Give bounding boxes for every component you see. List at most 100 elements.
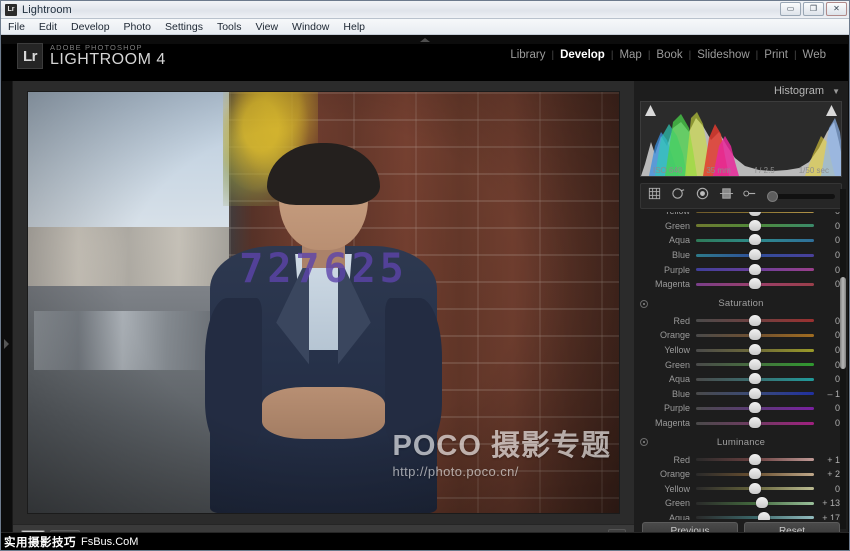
slider-knob[interactable]	[749, 454, 761, 465]
slider-track[interactable]	[696, 283, 814, 286]
chevron-down-icon[interactable]: ▼	[832, 87, 840, 96]
chevron-right-icon[interactable]	[4, 339, 9, 349]
menu-window[interactable]: Window	[292, 21, 329, 33]
slider-knob[interactable]	[756, 497, 768, 508]
slider-track[interactable]	[696, 363, 814, 366]
luminance-row-orange[interactable]: Orange + 2	[634, 467, 848, 482]
slider-track[interactable]	[696, 407, 814, 410]
slider-knob[interactable]	[749, 212, 761, 216]
histogram[interactable]: ISO 640 35 mm f / 2.5 1/50 sec	[640, 101, 842, 177]
slider-knob[interactable]	[749, 329, 761, 340]
saturation-row-yellow[interactable]: Yellow 0	[634, 343, 848, 358]
slider-knob[interactable]	[749, 402, 761, 413]
slider-knob[interactable]	[749, 315, 761, 326]
module-slideshow[interactable]: Slideshow	[691, 49, 755, 61]
saturation-row-orange[interactable]: Orange 0	[634, 328, 848, 343]
target-adjust-icon[interactable]	[640, 300, 648, 308]
slider-knob[interactable]	[749, 220, 761, 231]
minimize-button[interactable]: ▭	[780, 2, 801, 16]
module-book[interactable]: Book	[650, 49, 688, 61]
slider-track[interactable]	[696, 334, 814, 337]
slider-track[interactable]	[696, 422, 814, 425]
close-button[interactable]: ✕	[826, 2, 847, 16]
slider-track[interactable]	[696, 392, 814, 395]
slider-track[interactable]	[696, 224, 814, 227]
slider-knob[interactable]	[749, 359, 761, 370]
crop-overlay-icon[interactable]	[647, 186, 662, 206]
photo-image[interactable]: 727625 POCO 摄影专题 http://photo.poco.cn/	[28, 92, 619, 513]
saturation-row-red[interactable]: Red 0	[634, 314, 848, 329]
slider-knob[interactable]	[749, 234, 761, 245]
brush-size-knob[interactable]	[767, 191, 778, 202]
saturation-row-purple[interactable]: Purple 0	[634, 401, 848, 416]
slider-track[interactable]	[696, 268, 814, 271]
slider-track[interactable]	[696, 254, 814, 257]
saturation-row-blue[interactable]: Blue – 1	[634, 387, 848, 402]
slider-track[interactable]	[696, 349, 814, 352]
hue-row-blue[interactable]: Blue 0	[634, 248, 848, 263]
saturation-section-header[interactable]: Saturation	[634, 296, 848, 312]
left-panel-collapsed[interactable]	[2, 81, 13, 550]
hue-row-magenta[interactable]: Magenta 0	[634, 277, 848, 292]
saturation-row-magenta[interactable]: Magenta 0	[634, 416, 848, 431]
slider-track[interactable]	[696, 239, 814, 242]
scrollbar-thumb[interactable]	[840, 277, 846, 369]
slider-track[interactable]	[696, 458, 814, 461]
slider-track[interactable]	[696, 487, 814, 490]
luminance-row-aqua[interactable]: Aqua + 17	[634, 511, 848, 520]
slider-knob[interactable]	[749, 264, 761, 275]
slider-knob[interactable]	[758, 512, 770, 520]
hue-row-green[interactable]: Green 0	[634, 219, 848, 234]
slider-track[interactable]	[696, 319, 814, 322]
identity-bar: Lr ADOBE PHOTOSHOP LIGHTROOM 4 Library |…	[2, 35, 848, 81]
module-map[interactable]: Map	[613, 49, 647, 61]
slider-knob[interactable]	[749, 249, 761, 260]
slider-track[interactable]	[696, 212, 814, 213]
luminance-row-yellow[interactable]: Yellow 0	[634, 482, 848, 497]
menu-view[interactable]: View	[255, 21, 278, 33]
module-print[interactable]: Print	[758, 49, 794, 61]
menu-photo[interactable]: Photo	[124, 21, 151, 33]
menu-file[interactable]: File	[8, 21, 25, 33]
window-controls: ▭ ❐ ✕	[780, 2, 847, 16]
module-library[interactable]: Library	[504, 49, 551, 61]
slider-knob[interactable]	[749, 417, 761, 428]
slider-label: Red	[634, 316, 696, 326]
slider-knob[interactable]	[749, 468, 761, 479]
red-eye-icon[interactable]	[695, 186, 710, 206]
module-develop[interactable]: Develop	[554, 49, 611, 61]
slider-knob[interactable]	[749, 388, 761, 399]
adjustment-brush-icon[interactable]	[743, 187, 756, 205]
menu-help[interactable]: Help	[343, 21, 365, 33]
menu-develop[interactable]: Develop	[71, 21, 110, 33]
hue-row-purple[interactable]: Purple 0	[634, 262, 848, 277]
menubar: File Edit Develop Photo Settings Tools V…	[1, 19, 849, 35]
menu-edit[interactable]: Edit	[39, 21, 57, 33]
saturation-row-green[interactable]: Green 0	[634, 357, 848, 372]
module-web[interactable]: Web	[797, 49, 832, 61]
slider-track[interactable]	[696, 502, 814, 505]
slider-track[interactable]	[696, 473, 814, 476]
maximize-button[interactable]: ❐	[803, 2, 824, 16]
slider-track[interactable]	[696, 516, 814, 519]
hue-row-yellow[interactable]: Yellow 0	[634, 212, 848, 219]
slider-knob[interactable]	[749, 344, 761, 355]
luminance-row-red[interactable]: Red + 1	[634, 452, 848, 467]
graduated-filter-icon[interactable]	[719, 186, 734, 206]
identity-plate-badge[interactable]: Lr	[17, 43, 43, 69]
slider-knob[interactable]	[749, 373, 761, 384]
histogram-header[interactable]: Histogram ▼	[634, 81, 848, 101]
saturation-row-aqua[interactable]: Aqua 0	[634, 372, 848, 387]
slider-knob[interactable]	[749, 278, 761, 289]
slider-knob[interactable]	[749, 483, 761, 494]
right-panel-scrollbar[interactable]	[840, 189, 846, 529]
luminance-row-green[interactable]: Green + 13	[634, 496, 848, 511]
luminance-section-header[interactable]: Luminance	[634, 434, 848, 450]
hue-row-aqua[interactable]: Aqua 0	[634, 233, 848, 248]
spot-removal-icon[interactable]	[671, 186, 686, 206]
menu-tools[interactable]: Tools	[217, 21, 242, 33]
brush-size-slider[interactable]	[767, 194, 835, 199]
loupe-view[interactable]: 727625 POCO 摄影专题 http://photo.poco.cn/	[13, 81, 634, 524]
slider-track[interactable]	[696, 378, 814, 381]
menu-settings[interactable]: Settings	[165, 21, 203, 33]
